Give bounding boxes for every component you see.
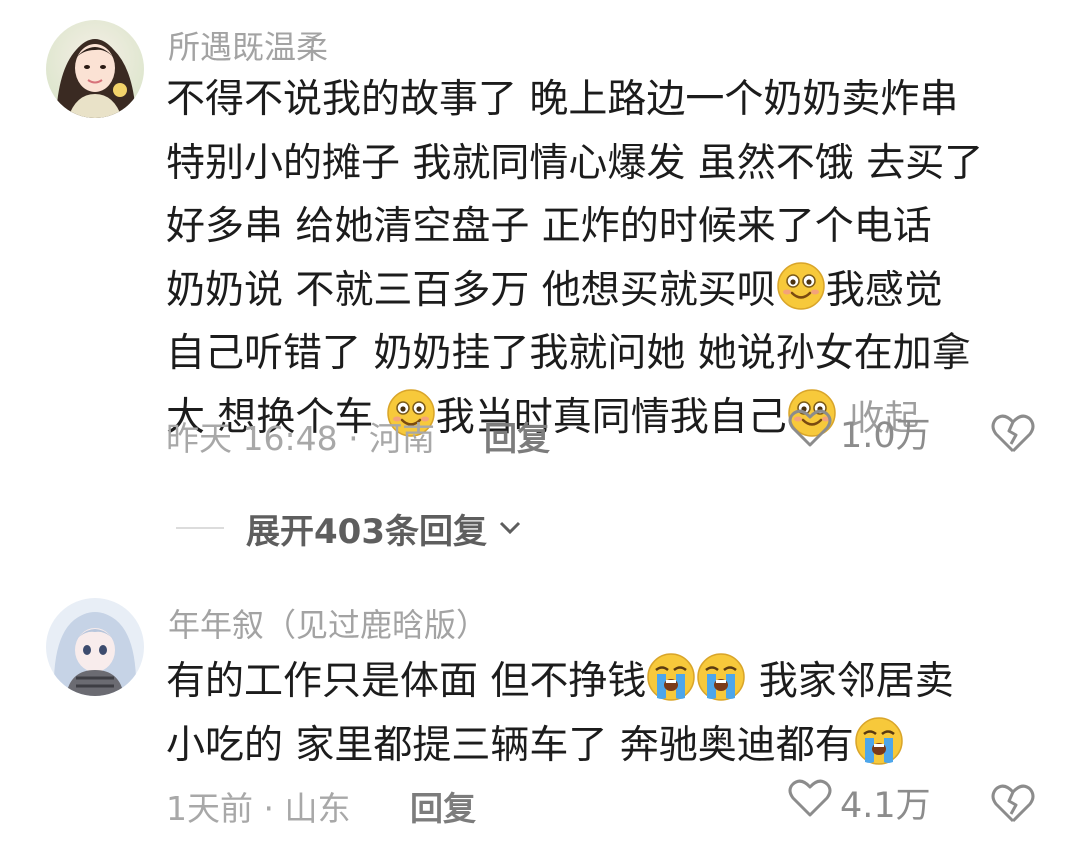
username[interactable]: 所遇既温柔	[168, 22, 328, 68]
avatar[interactable]	[46, 20, 144, 118]
text-segment: 我感觉	[825, 267, 943, 313]
text-segment: 有的工作只是体面 但不挣钱	[166, 659, 647, 704]
broken-heart-icon[interactable]	[990, 412, 1036, 454]
heart-icon	[788, 778, 832, 827]
username[interactable]: 年年叙（见过鹿晗版）	[168, 600, 488, 646]
text-segment: 奶奶说 不就三百多万 他想买就买呗	[166, 267, 776, 313]
crying-emoji-icon	[696, 652, 746, 702]
reply-button[interactable]: 回复	[410, 782, 476, 830]
text-line: 有的工作只是体面 但不挣钱 我家邻居卖	[166, 650, 1046, 714]
broken-heart-icon[interactable]	[990, 782, 1036, 824]
divider	[176, 527, 224, 529]
text-line: 特别小的摊子 我就同情心爆发 虽然不饿 去买了	[166, 140, 984, 186]
like-button[interactable]: 4.1万	[788, 778, 931, 827]
reply-button[interactable]: 回复	[484, 412, 550, 460]
text-segment: 我家邻居卖	[746, 659, 954, 704]
text-line: 自己听错了 奶奶挂了我就问她 她说孙女在加拿	[166, 331, 971, 376]
like-button[interactable]: 1.0万	[788, 408, 931, 457]
like-count: 1.0万	[840, 415, 931, 456]
chevron-down-icon	[497, 515, 523, 541]
text-line: 小吃的 家里都提三辆车了 奔驰奥迪都有	[166, 714, 1046, 778]
expand-replies-label: 展开403条回复	[246, 511, 487, 552]
text-segment: 小吃的 家里都提三辆车了 奔驰奥迪都有	[166, 722, 854, 768]
comment-text: 有的工作只是体面 但不挣钱 我家邻居卖 小吃的 家里都提三辆车了 奔驰奥迪都有	[166, 650, 1046, 777]
comment-meta: 1天前 · 山东	[166, 789, 351, 828]
avatar[interactable]	[46, 598, 144, 696]
text-line: 奶奶说 不就三百多万 他想买就买呗 我感觉	[166, 259, 1046, 323]
crying-emoji-icon	[854, 716, 904, 766]
grin-emoji-icon	[776, 261, 826, 311]
heart-icon	[788, 408, 832, 457]
expand-replies[interactable]: 展开403条回复	[176, 503, 523, 553]
like-count: 4.1万	[840, 785, 931, 826]
comment-meta: 昨天 16:48 · 河南	[166, 419, 436, 458]
crying-emoji-icon	[646, 652, 696, 702]
text-line: 好多串 给她清空盘子 正炸的时候来了个电话	[166, 204, 932, 249]
text-line: 不得不说我的故事了 晚上路边一个奶奶卖炸串	[166, 77, 959, 122]
comment-text: 不得不说我的故事了 晚上路边一个奶奶卖炸串 特别小的摊子 我就同情心爆发 虽然不…	[166, 68, 1046, 451]
